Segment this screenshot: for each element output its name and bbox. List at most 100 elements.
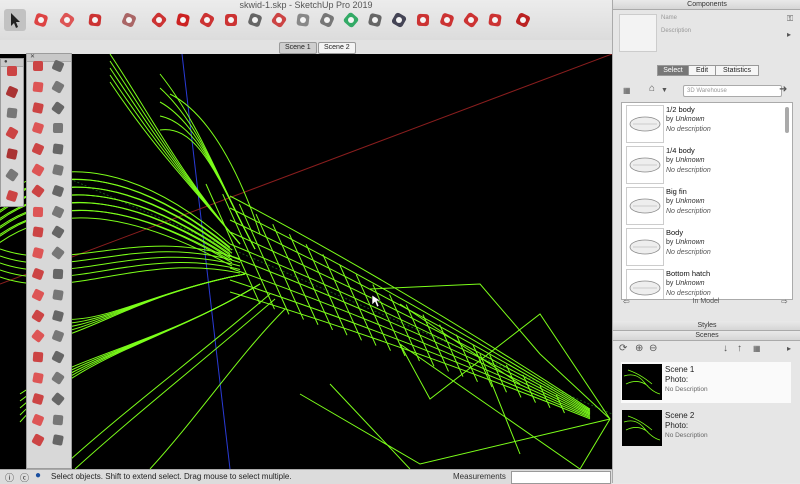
pal2-tool-6-icon[interactable] — [30, 120, 46, 136]
pal2-tool-37-icon[interactable] — [50, 432, 66, 448]
styles-header[interactable]: Styles — [613, 321, 800, 331]
pal1-tool-5-icon[interactable] — [4, 167, 20, 183]
offset-tool-icon[interactable] — [268, 9, 290, 31]
push-pull-icon[interactable] — [148, 9, 170, 31]
pal2-tool-11-icon[interactable] — [50, 162, 66, 178]
component-list-item[interactable]: 1/4 body by Unknown No description — [622, 144, 792, 185]
share-model-icon[interactable] — [484, 9, 506, 31]
pal2-tool-29-icon[interactable] — [50, 349, 66, 365]
pal2-tool-28-icon[interactable] — [30, 349, 46, 365]
pal2-tool-12-icon[interactable] — [30, 183, 46, 199]
pal2-tool-5-icon[interactable] — [50, 100, 66, 116]
pal2-tool-19-icon[interactable] — [50, 245, 66, 261]
pal2-tool-33-icon[interactable] — [50, 391, 66, 407]
component-description-field[interactable]: Description — [661, 28, 691, 34]
pal2-tool-14-icon[interactable] — [30, 204, 46, 220]
tape-measure-icon[interactable] — [244, 9, 266, 31]
walk-icon[interactable] — [316, 9, 338, 31]
measurements-input[interactable] — [511, 471, 611, 484]
scene-view-options-icon[interactable]: ▦ — [753, 344, 761, 354]
details-icon[interactable]: ▸ — [787, 30, 791, 40]
scene-list-item[interactable]: Scene 2 Photo: No Description — [621, 408, 791, 449]
pal2-tool-31-icon[interactable] — [50, 370, 66, 386]
add-scene-icon[interactable]: ⊕ — [635, 344, 643, 354]
pal2-tool-15-icon[interactable] — [50, 204, 66, 220]
model-viewport[interactable] — [0, 54, 612, 469]
pal2-tool-8-icon[interactable] — [30, 141, 46, 157]
text-tool-icon[interactable] — [364, 9, 386, 31]
tab-scene-1[interactable]: Scene 1 — [279, 42, 317, 54]
component-list-item[interactable]: Bottom hatch by Unknown No description — [622, 267, 792, 299]
tab-select[interactable]: Select — [657, 65, 689, 76]
3d-warehouse-icon[interactable] — [436, 9, 458, 31]
view-options-icon[interactable]: ▦ — [623, 86, 631, 96]
move-scene-down-icon[interactable]: ↓ — [723, 344, 728, 354]
credits-icon[interactable]: ⓒ — [20, 471, 29, 484]
pal2-tool-9-icon[interactable] — [50, 141, 66, 157]
geo-location-icon[interactable]: ● — [35, 470, 41, 481]
component-list-item[interactable]: Body by Unknown No description — [622, 226, 792, 267]
navigation-dropdown-icon[interactable]: ▼ — [661, 86, 668, 96]
pal2-tool-20-icon[interactable] — [30, 266, 46, 282]
pal2-tool-2-icon[interactable] — [30, 79, 46, 95]
tab-statistics[interactable]: Statistics — [715, 65, 759, 76]
pal1-tool-2-icon[interactable] — [4, 105, 20, 121]
pal2-tool-18-icon[interactable] — [30, 245, 46, 261]
select-tool-icon[interactable] — [4, 9, 26, 31]
zoom-extents-icon[interactable] — [412, 9, 434, 31]
pal2-tool-13-icon[interactable] — [50, 183, 66, 199]
line-tool-icon[interactable] — [84, 9, 106, 31]
pal1-tool-4-icon[interactable] — [4, 146, 20, 162]
pal1-tool-6-icon[interactable] — [4, 188, 20, 204]
pal2-tool-21-icon[interactable] — [50, 266, 66, 282]
pal2-tool-30-icon[interactable] — [30, 370, 46, 386]
pencil-tool-icon[interactable] — [56, 9, 78, 31]
pal2-tool-34-icon[interactable] — [30, 412, 46, 428]
rotate-tool-icon[interactable] — [196, 9, 218, 31]
pal2-tool-17-icon[interactable] — [50, 224, 66, 240]
extension-warehouse-icon[interactable] — [460, 9, 482, 31]
component-list-item[interactable]: Big fin by Unknown No description — [622, 185, 792, 226]
info-icon[interactable]: ⓘ — [5, 471, 14, 484]
move-scene-up-icon[interactable]: ↑ — [737, 344, 742, 354]
tab-edit[interactable]: Edit — [688, 65, 716, 76]
pal2-tool-10-icon[interactable] — [30, 162, 46, 178]
pal2-tool-26-icon[interactable] — [30, 328, 46, 344]
scenes-header[interactable]: Scenes — [613, 331, 800, 341]
lock-icon[interactable]: ⚿ — [787, 14, 793, 24]
pal1-tool-0-icon[interactable] — [4, 63, 20, 79]
pal2-tool-4-icon[interactable] — [30, 100, 46, 116]
tab-scene-2[interactable]: Scene 2 — [318, 42, 356, 54]
pal2-tool-27-icon[interactable] — [50, 328, 66, 344]
component-list-scrollbar[interactable] — [785, 107, 789, 133]
refresh-scene-icon[interactable]: ⟳ — [619, 344, 627, 354]
pal2-tool-22-icon[interactable] — [30, 287, 46, 303]
eraser-tool-icon[interactable] — [30, 9, 52, 31]
scene-list-item[interactable]: Scene 1 Photo: No Description — [621, 362, 791, 403]
pal2-tool-36-icon[interactable] — [30, 432, 46, 448]
zoom-icon[interactable] — [388, 9, 410, 31]
component-name-field[interactable]: Name — [661, 15, 677, 21]
pal2-tool-35-icon[interactable] — [50, 412, 66, 428]
follow-me-icon[interactable] — [292, 9, 314, 31]
search-input[interactable]: 3D Warehouse — [683, 85, 782, 97]
pal2-tool-25-icon[interactable] — [50, 308, 66, 324]
pal2-tool-7-icon[interactable] — [50, 120, 66, 136]
scale-tool-icon[interactable] — [220, 9, 242, 31]
pal2-tool-0-icon[interactable] — [30, 58, 46, 74]
position-camera-icon[interactable] — [340, 9, 362, 31]
components-header[interactable]: Components — [613, 0, 800, 10]
forward-icon[interactable]: ⇨ — [781, 297, 788, 307]
pal2-tool-32-icon[interactable] — [30, 391, 46, 407]
paint-bucket-icon[interactable] — [118, 9, 140, 31]
scene-details-icon[interactable]: ▸ — [787, 344, 791, 354]
pal1-tool-1-icon[interactable] — [4, 84, 20, 100]
pal2-tool-3-icon[interactable] — [50, 79, 66, 95]
component-list-item[interactable]: 1/2 body by Unknown No description — [622, 103, 792, 144]
search-go-icon[interactable]: ➜ — [779, 85, 787, 95]
pal1-tool-3-icon[interactable] — [4, 125, 20, 141]
back-icon[interactable]: ⇦ — [623, 297, 630, 307]
move-tool-icon[interactable] — [172, 9, 194, 31]
pal2-tool-1-icon[interactable] — [50, 58, 66, 74]
home-icon[interactable]: ⌂ — [649, 84, 655, 94]
